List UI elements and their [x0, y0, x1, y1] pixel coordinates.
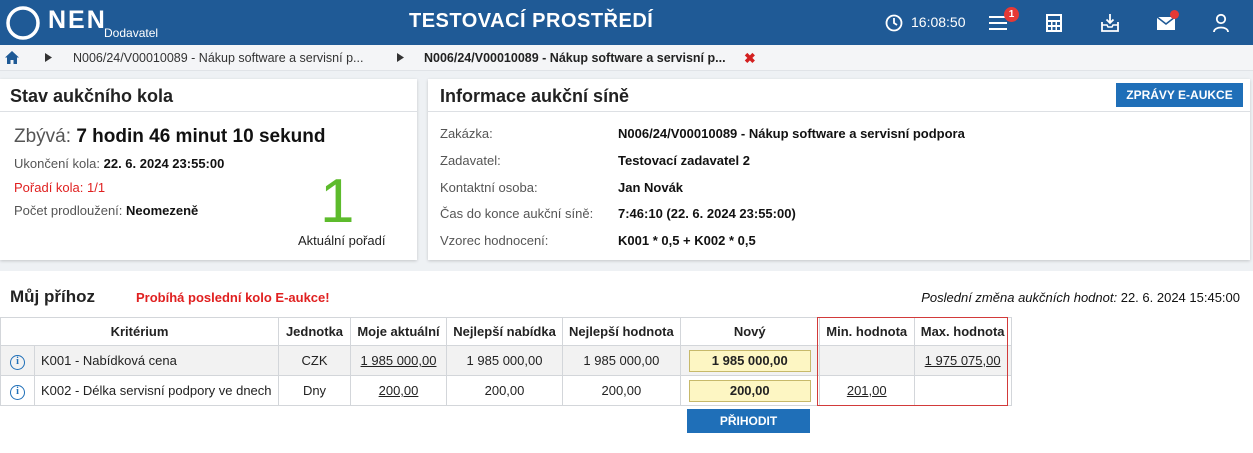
info-label: Zadavatel: [440, 153, 501, 168]
last-change-label: Poslední změna aukčních hodnot: [921, 290, 1118, 305]
breadcrumb: N006/24/V00010089 - Nákup software a ser… [0, 45, 1253, 71]
new-cell: 200,00 [679, 375, 820, 406]
auction-hall-info-panel: Informace aukční síně ZPRÁVY E-AUKCE Zak… [428, 79, 1250, 260]
last-round-warning: Probíhá poslední kolo E-aukce! [136, 290, 330, 305]
min-value-cell: 201,00 [818, 375, 915, 406]
clock-time: 16:08:50 [911, 14, 966, 30]
extensions-label: Počet prodloužení: [14, 203, 123, 218]
col-new: Nový [679, 317, 820, 346]
nen-logo-icon[interactable] [6, 6, 40, 40]
info-label: Zakázka: [440, 126, 493, 141]
round-order-label: Pořadí kola: [14, 180, 84, 195]
remaining-time: Zbývá: 7 hodin 46 minut 10 sekund [14, 126, 325, 148]
info-value: Testovací zadavatel 2 [618, 153, 750, 168]
environment-title: TESTOVACÍ PROSTŘEDÍ [409, 10, 654, 32]
current-rank-label: Aktuální pořadí [298, 233, 386, 248]
last-change-value: 22. 6. 2024 15:45:00 [1120, 290, 1240, 305]
my-bid-section: Můj příhoz Probíhá poslední kolo E-aukce… [0, 271, 1253, 453]
chevron-right-icon [397, 53, 404, 62]
info-icon[interactable]: i [10, 384, 25, 400]
close-tab-icon[interactable]: ✖ [744, 50, 756, 67]
table-header-row: Kritérium Jednotka Moje aktuální Nejlepš… [0, 317, 1012, 346]
logo-subtitle: Dodavatel [104, 26, 159, 40]
my-current-link[interactable]: 1 985 000,00 [361, 353, 437, 368]
max-value-cell [913, 375, 1012, 406]
top-bar: NEN Dodavatel TESTOVACÍ PROSTŘEDÍ 16:08:… [0, 0, 1253, 45]
panel-title: Informace aukční síně [440, 86, 630, 106]
unit-cell: CZK [278, 345, 351, 376]
panel-header: Stav aukčního kola [0, 79, 417, 112]
max-value-cell: 1 975 075,00 [913, 345, 1012, 376]
section-title: Můj příhoz [10, 287, 95, 306]
col-best-offer: Nejlepší nabídka [446, 317, 563, 346]
remaining-label: Zbývá: [14, 126, 72, 147]
best-offer-cell: 200,00 [446, 375, 563, 406]
notification-badge: 1 [1004, 7, 1019, 22]
bid-table: Kritérium Jednotka Moje aktuální Nejlepš… [0, 317, 1012, 406]
info-cell: i [0, 345, 35, 376]
inbox-download-icon[interactable] [1100, 12, 1120, 34]
extensions-value: Neomezeně [126, 203, 199, 218]
info-cell: i [0, 375, 35, 406]
logo-text: NEN [48, 6, 107, 34]
my-current-cell: 200,00 [350, 375, 447, 406]
current-rank: 1 [320, 167, 355, 236]
min-value-cell [818, 345, 915, 376]
info-label: Vzorec hodnocení: [440, 233, 549, 248]
unit-cell: Dny [278, 375, 351, 406]
info-value: K001 * 0,5 + K002 * 0,5 [618, 233, 756, 248]
remaining-value: 7 hodin 46 minut 10 sekund [76, 126, 326, 147]
extensions: Počet prodloužení: Neomezeně [14, 203, 198, 218]
criterion-cell: K001 - Nabídková cena [34, 345, 279, 376]
best-value-cell: 1 985 000,00 [562, 345, 681, 376]
col-my-current: Moje aktuální [350, 317, 447, 346]
round-end-value: 22. 6. 2024 23:55:00 [103, 156, 225, 171]
calculator-icon[interactable] [1045, 12, 1063, 34]
new-value-input[interactable]: 200,00 [688, 379, 811, 402]
max-value-link[interactable]: 1 975 075,00 [925, 353, 1001, 368]
panel-header: Informace aukční síně ZPRÁVY E-AUKCE [428, 79, 1250, 112]
breadcrumb-item-current[interactable]: N006/24/V00010089 - Nákup software a ser… [424, 51, 726, 65]
info-label: Čas do konce aukční síně: [440, 206, 594, 221]
chevron-right-icon [45, 53, 52, 62]
col-best-value: Nejlepší hodnota [562, 317, 681, 346]
col-criterion: Kritérium [0, 317, 279, 346]
user-icon[interactable] [1212, 12, 1230, 34]
col-unit: Jednotka [278, 317, 351, 346]
new-cell: 1 985 000,00 [679, 345, 820, 376]
round-end-label: Ukončení kola: [14, 156, 100, 171]
table-row: i K002 - Délka servisní podpory ve dnech… [0, 375, 1012, 406]
breadcrumb-item[interactable]: N006/24/V00010089 - Nákup software a ser… [73, 51, 363, 65]
info-value: N006/24/V00010089 - Nákup software a ser… [618, 126, 965, 141]
panel-title: Stav aukčního kola [10, 86, 174, 106]
home-icon[interactable] [5, 51, 19, 64]
round-end: Ukončení kola: 22. 6. 2024 23:55:00 [14, 156, 224, 171]
info-value: 7:46:10 (22. 6. 2024 23:55:00) [618, 206, 796, 221]
round-order: Pořadí kola: 1/1 [14, 180, 105, 195]
round-status-panel: Stav aukčního kola Zbývá: 7 hodin 46 min… [0, 79, 417, 260]
min-value-link[interactable]: 201,00 [847, 383, 887, 398]
criterion-cell: K002 - Délka servisní podpory ve dnech [34, 375, 279, 406]
my-current-link[interactable]: 200,00 [379, 383, 419, 398]
info-label: Kontaktní osoba: [440, 180, 538, 195]
submit-bid-button[interactable]: PŘIHODIT [687, 409, 810, 433]
col-min-value: Min. hodnota [818, 317, 915, 346]
mail-unread-dot [1170, 10, 1179, 19]
info-icon[interactable]: i [10, 354, 25, 370]
info-value: Jan Novák [618, 180, 684, 195]
clock-icon [885, 14, 903, 32]
new-value-input[interactable]: 1 985 000,00 [688, 349, 811, 372]
table-row: i K001 - Nabídková cena CZK 1 985 000,00… [0, 345, 1012, 376]
round-order-value: 1/1 [87, 180, 106, 195]
last-change: Poslední změna aukčních hodnot: 22. 6. 2… [921, 290, 1240, 305]
col-max-value: Max. hodnota [913, 317, 1012, 346]
auction-messages-button[interactable]: ZPRÁVY E-AUKCE [1116, 83, 1243, 107]
my-current-cell: 1 985 000,00 [350, 345, 447, 376]
best-value-cell: 200,00 [562, 375, 681, 406]
best-offer-cell: 1 985 000,00 [446, 345, 563, 376]
